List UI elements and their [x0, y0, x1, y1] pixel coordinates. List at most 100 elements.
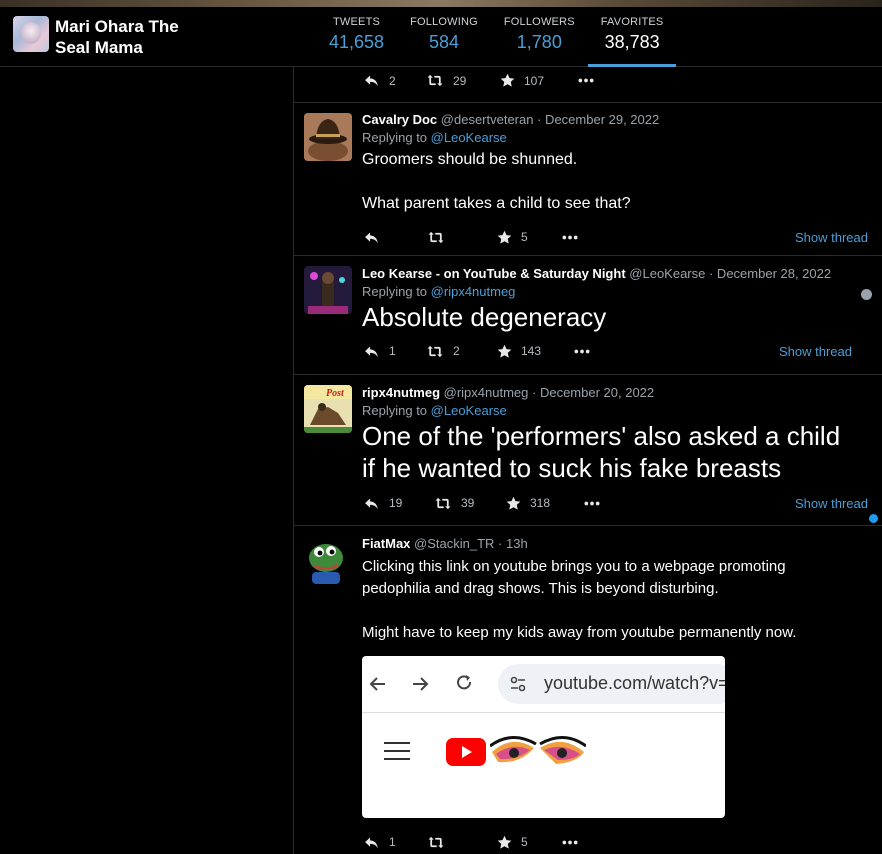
tweet-header: Leo Kearse - on YouTube & Saturday Night…: [362, 266, 882, 281]
reply-count: 1: [389, 835, 396, 849]
show-thread-link[interactable]: Show thread: [779, 344, 852, 359]
reply-prefix: Replying to: [362, 130, 428, 145]
retweet-button[interactable]: [426, 834, 496, 851]
tweet-text: Absolute degeneracy: [362, 301, 882, 333]
stat-value: 38,783: [604, 32, 660, 52]
retweet-count: 29: [453, 73, 467, 88]
like-count: 107: [524, 73, 545, 88]
profile-summary[interactable]: Mari Ohara The Seal Mama: [13, 16, 205, 58]
attached-image[interactable]: youtube.com/watch?v=: [362, 656, 725, 818]
like-count: 143: [521, 344, 542, 358]
reply-to-link[interactable]: @ripx4nutmeg: [431, 284, 516, 299]
tweet-text-line: Groomers should be shunned.: [362, 151, 578, 168]
tweet[interactable]: FiatMax @Stackin_TR · 13h Clicking this …: [294, 526, 882, 853]
tweet-tail: 2 29 107: [294, 67, 882, 103]
tweet-text-line: What parent takes a child to see that?: [362, 195, 631, 212]
avatar[interactable]: [304, 536, 352, 584]
more-button[interactable]: [572, 343, 592, 360]
tweet-date[interactable]: · December 20, 2022: [532, 385, 654, 400]
like-button[interactable]: 5: [496, 229, 560, 246]
reply-count: 19: [389, 496, 403, 510]
star-icon: [496, 834, 513, 851]
avatar[interactable]: Post: [304, 385, 352, 433]
more-button[interactable]: [560, 834, 580, 851]
tweet-date[interactable]: · 13h: [498, 536, 528, 551]
author-handle[interactable]: @Stackin_TR: [414, 536, 494, 551]
reload-icon: [457, 675, 472, 690]
retweet-button[interactable]: 29: [425, 72, 499, 89]
star-icon: [496, 229, 513, 246]
retweet-icon: [426, 834, 446, 851]
stat-following[interactable]: FOLLOWING 584: [397, 7, 491, 67]
reply-button[interactable]: 19: [362, 495, 433, 512]
reply-to-link[interactable]: @LeoKearse: [431, 403, 507, 418]
tweet[interactable]: Post ripx4nutmeg @ripx4nutmeg · December…: [294, 375, 882, 526]
more-icon: [572, 343, 592, 360]
profile-stats: TWEETS 41,658 FOLLOWING 584 FOLLOWERS 1,…: [316, 7, 677, 67]
more-button[interactable]: [560, 229, 580, 246]
more-button[interactable]: [582, 495, 602, 512]
author-handle[interactable]: @desertveteran: [441, 112, 534, 127]
more-button[interactable]: [576, 72, 596, 89]
more-icon: [582, 495, 602, 512]
like-button[interactable]: 318: [505, 495, 582, 512]
avatar-image: [304, 266, 352, 314]
reply-button[interactable]: 1: [362, 343, 425, 360]
stat-followers[interactable]: FOLLOWERS 1,780: [491, 7, 588, 67]
show-thread-link[interactable]: Show thread: [795, 230, 868, 245]
author-handle[interactable]: @ripx4nutmeg: [444, 385, 529, 400]
tweet-actions: 19 39 318 Show thread: [362, 491, 882, 515]
reply-button[interactable]: 1: [362, 834, 426, 851]
retweet-button[interactable]: 39: [433, 495, 505, 512]
retweet-button[interactable]: [426, 229, 496, 246]
tweet[interactable]: Cavalry Doc @desertveteran · December 29…: [294, 103, 882, 256]
like-button[interactable]: 143: [496, 343, 572, 360]
stat-tweets[interactable]: TWEETS 41,658: [316, 7, 397, 67]
stat-favorites[interactable]: FAVORITES 38,783: [587, 7, 677, 67]
retweet-button[interactable]: 2: [425, 343, 496, 360]
reply-button[interactable]: [362, 229, 426, 246]
tweet-text-line: Might have to keep my kids away from you…: [362, 624, 797, 641]
reply-to-link[interactable]: @LeoKearse: [431, 130, 507, 145]
like-button[interactable]: 107: [499, 72, 576, 89]
tweet-text-line: One of the 'performers' also asked a chi…: [362, 421, 841, 451]
tweet-date[interactable]: · December 29, 2022: [537, 112, 659, 127]
star-icon: [496, 343, 513, 360]
author-name[interactable]: FiatMax: [362, 536, 410, 551]
stat-label: TWEETS: [333, 16, 381, 28]
profile-name[interactable]: Mari Ohara The Seal Mama: [55, 16, 205, 58]
back-arrow-icon: [369, 677, 385, 691]
like-count: 318: [530, 496, 551, 510]
more-icon: [576, 72, 596, 89]
tweet-header: ripx4nutmeg @ripx4nutmeg · December 20, …: [362, 385, 882, 400]
tweet-text: One of the 'performers' also asked a chi…: [362, 420, 882, 484]
retweet-icon: [433, 495, 453, 512]
banner-strip: [0, 0, 882, 7]
author-handle[interactable]: @LeoKearse: [629, 266, 705, 281]
author-name[interactable]: Cavalry Doc: [362, 112, 437, 127]
avatar[interactable]: [304, 266, 352, 314]
like-count: 5: [521, 230, 528, 244]
author-name[interactable]: ripx4nutmeg: [362, 385, 440, 400]
tweet[interactable]: Leo Kearse - on YouTube & Saturday Night…: [294, 256, 882, 375]
avatar-image: Post: [304, 385, 352, 433]
profile-avatar[interactable]: [13, 16, 49, 52]
replying-to: Replying to @LeoKearse: [362, 403, 882, 418]
site-settings-icon: [510, 676, 526, 692]
stat-label: FOLLOWERS: [503, 16, 575, 28]
like-count: 5: [521, 835, 528, 849]
avatar-image: [304, 113, 352, 161]
author-name[interactable]: Leo Kearse - on YouTube & Saturday Night: [362, 266, 626, 281]
tweet-date[interactable]: · December 28, 2022: [709, 266, 831, 281]
reply-button[interactable]: 2: [362, 72, 425, 89]
reply-icon: [362, 834, 381, 851]
svg-text:Post: Post: [326, 388, 345, 399]
reply-icon: [362, 343, 381, 360]
show-thread-link[interactable]: Show thread: [795, 496, 868, 511]
stat-label: FAVORITES: [600, 16, 664, 28]
reply-icon: [362, 495, 381, 512]
like-button[interactable]: 5: [496, 834, 560, 851]
star-icon: [499, 72, 516, 89]
avatar[interactable]: [304, 113, 352, 161]
retweet-count: 39: [461, 496, 475, 510]
